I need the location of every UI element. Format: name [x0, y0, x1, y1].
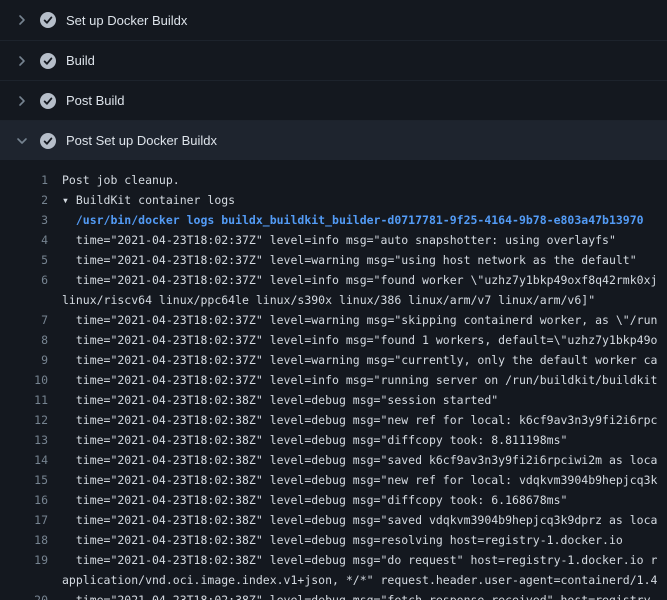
line-number[interactable]: 6	[0, 270, 48, 290]
log-line-text: time="2021-04-23T18:02:37Z" level=info m…	[48, 370, 657, 390]
log-row: 8 time="2021-04-23T18:02:37Z" level=info…	[0, 330, 667, 350]
log-row: 3 /usr/bin/docker logs buildx_buildkit_b…	[0, 210, 667, 230]
log-line-text: time="2021-04-23T18:02:38Z" level=debug …	[48, 490, 567, 510]
log-line-text: time="2021-04-23T18:02:38Z" level=debug …	[48, 450, 657, 470]
log-container: 1 Post job cleanup. 2 ▾ BuildKit contain…	[0, 160, 667, 600]
check-circle-icon	[40, 53, 56, 69]
chevron-right-icon	[14, 93, 30, 109]
log-row: 18 time="2021-04-23T18:02:38Z" level=deb…	[0, 530, 667, 550]
line-number[interactable]: 13	[0, 430, 48, 450]
line-number[interactable]: 7	[0, 310, 48, 330]
check-circle-icon	[40, 93, 56, 109]
log-command-text: /usr/bin/docker logs buildx_buildkit_bui…	[48, 210, 644, 230]
log-group-toggle[interactable]: ▾ BuildKit container logs	[48, 190, 235, 210]
actions-log-viewer: Set up Docker Buildx Build P	[0, 0, 667, 600]
chevron-right-icon	[14, 53, 30, 69]
log-line-text: time="2021-04-23T18:02:38Z" level=debug …	[48, 590, 657, 600]
log-line-text: time="2021-04-23T18:02:38Z" level=debug …	[48, 410, 657, 430]
line-number[interactable]: 9	[0, 350, 48, 370]
line-number	[0, 290, 48, 310]
step-header-post-build[interactable]: Post Build	[0, 80, 667, 120]
line-number[interactable]: 15	[0, 470, 48, 490]
log-row: 4 time="2021-04-23T18:02:37Z" level=info…	[0, 230, 667, 250]
log-row: 10 time="2021-04-23T18:02:37Z" level=inf…	[0, 370, 667, 390]
log-line-text: time="2021-04-23T18:02:37Z" level=info m…	[48, 230, 616, 250]
chevron-down-icon	[14, 133, 30, 149]
line-number	[0, 570, 48, 590]
log-row: 7 time="2021-04-23T18:02:37Z" level=warn…	[0, 310, 667, 330]
step-header-build[interactable]: Build	[0, 40, 667, 80]
log-row: 12 time="2021-04-23T18:02:38Z" level=deb…	[0, 410, 667, 430]
log-line-text: time="2021-04-23T18:02:37Z" level=info m…	[48, 270, 657, 290]
log-line-text: time="2021-04-23T18:02:38Z" level=debug …	[48, 390, 498, 410]
log-row: 9 time="2021-04-23T18:02:37Z" level=warn…	[0, 350, 667, 370]
log-line-text: time="2021-04-23T18:02:38Z" level=debug …	[48, 430, 567, 450]
log-row: 20 time="2021-04-23T18:02:38Z" level=deb…	[0, 590, 667, 600]
log-row: 17 time="2021-04-23T18:02:38Z" level=deb…	[0, 510, 667, 530]
log-line-text: time="2021-04-23T18:02:37Z" level=warnin…	[48, 250, 637, 270]
log-row: linux/riscv64 linux/ppc64le linux/s390x …	[0, 290, 667, 310]
line-number[interactable]: 17	[0, 510, 48, 530]
log-line-text: application/vnd.oci.image.index.v1+json,…	[48, 570, 657, 590]
log-row: 13 time="2021-04-23T18:02:38Z" level=deb…	[0, 430, 667, 450]
log-row: 14 time="2021-04-23T18:02:38Z" level=deb…	[0, 450, 667, 470]
log-row: 15 time="2021-04-23T18:02:38Z" level=deb…	[0, 470, 667, 490]
log-line-text: time="2021-04-23T18:02:38Z" level=debug …	[48, 510, 657, 530]
line-number[interactable]: 10	[0, 370, 48, 390]
line-number[interactable]: 8	[0, 330, 48, 350]
log-row: 19 time="2021-04-23T18:02:38Z" level=deb…	[0, 550, 667, 570]
check-circle-icon	[40, 133, 56, 149]
step-list: Set up Docker Buildx Build P	[0, 0, 667, 160]
log-line-text: time="2021-04-23T18:02:37Z" level=warnin…	[48, 310, 657, 330]
step-label: Post Set up Docker Buildx	[66, 133, 217, 148]
log-row: 2 ▾ BuildKit container logs	[0, 190, 667, 210]
log-line-text: time="2021-04-23T18:02:38Z" level=debug …	[48, 470, 657, 490]
chevron-right-icon	[14, 12, 30, 28]
line-number[interactable]: 19	[0, 550, 48, 570]
step-label: Set up Docker Buildx	[66, 13, 187, 28]
log-row: application/vnd.oci.image.index.v1+json,…	[0, 570, 667, 590]
step-header-post-set-up-docker-buildx[interactable]: Post Set up Docker Buildx	[0, 120, 667, 160]
log-row: 1 Post job cleanup.	[0, 170, 667, 190]
line-number[interactable]: 20	[0, 590, 48, 600]
line-number[interactable]: 11	[0, 390, 48, 410]
line-number[interactable]: 12	[0, 410, 48, 430]
log-line-text: linux/riscv64 linux/ppc64le linux/s390x …	[48, 290, 595, 310]
line-number[interactable]: 5	[0, 250, 48, 270]
log-row: 6 time="2021-04-23T18:02:37Z" level=info…	[0, 270, 667, 290]
log-line-text: time="2021-04-23T18:02:37Z" level=warnin…	[48, 350, 657, 370]
step-label: Build	[66, 53, 95, 68]
line-number[interactable]: 3	[0, 210, 48, 230]
line-number[interactable]: 4	[0, 230, 48, 250]
check-circle-icon	[40, 12, 56, 28]
log-line-text: time="2021-04-23T18:02:38Z" level=debug …	[48, 550, 657, 570]
line-number[interactable]: 2	[0, 190, 48, 210]
step-label: Post Build	[66, 93, 125, 108]
line-number[interactable]: 18	[0, 530, 48, 550]
line-number[interactable]: 16	[0, 490, 48, 510]
line-number[interactable]: 1	[0, 170, 48, 190]
log-row: 5 time="2021-04-23T18:02:37Z" level=warn…	[0, 250, 667, 270]
log-row: 16 time="2021-04-23T18:02:38Z" level=deb…	[0, 490, 667, 510]
log-line-text: Post job cleanup.	[48, 170, 180, 190]
log-line-text: time="2021-04-23T18:02:38Z" level=debug …	[48, 530, 623, 550]
log-row: 11 time="2021-04-23T18:02:38Z" level=deb…	[0, 390, 667, 410]
line-number[interactable]: 14	[0, 450, 48, 470]
log-line-text: time="2021-04-23T18:02:37Z" level=info m…	[48, 330, 657, 350]
step-header-set-up-docker-buildx[interactable]: Set up Docker Buildx	[0, 0, 667, 40]
